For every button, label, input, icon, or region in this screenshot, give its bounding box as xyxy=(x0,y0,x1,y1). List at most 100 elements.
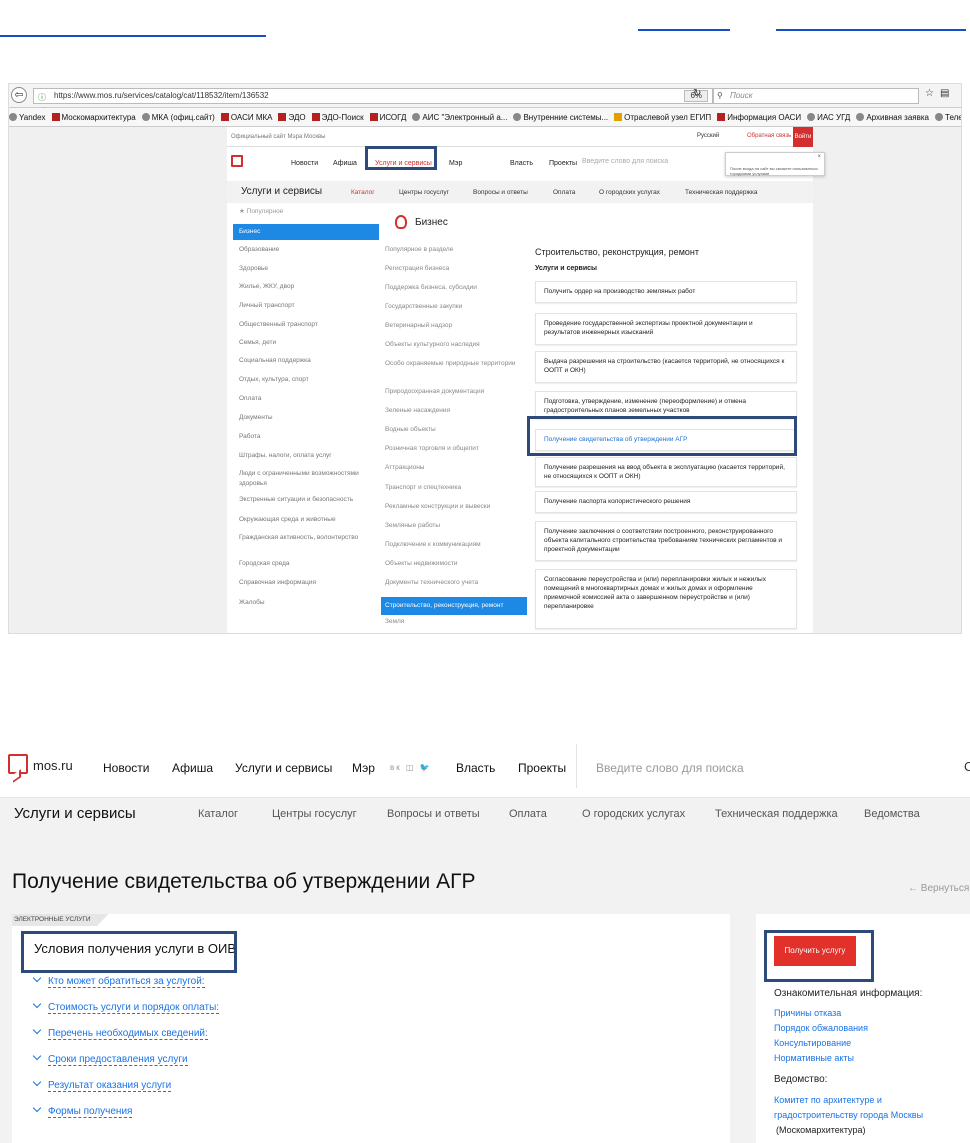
close-icon[interactable]: × xyxy=(817,154,821,160)
service-card[interactable]: Согласование переустройства и (или) пере… xyxy=(535,569,797,629)
subcategory-item[interactable]: Ветеринарный надзор xyxy=(385,321,525,330)
nav-power[interactable]: Власть xyxy=(510,160,533,167)
bookmark-item[interactable]: Внутренние системы... xyxy=(513,108,608,126)
nav-services[interactable]: Услуги и сервисы xyxy=(235,761,332,775)
accordion-item[interactable]: Формы получения xyxy=(32,1103,133,1118)
feedback-link[interactable]: Обратная связь xyxy=(747,133,791,139)
subcategory-item[interactable]: Государственные закупки xyxy=(385,302,525,311)
subcategory-item[interactable]: Зеленые насаждения xyxy=(385,406,525,415)
subcategory-item[interactable]: Розничная торговля и общепит xyxy=(385,444,525,453)
tab-catalog[interactable]: Каталог xyxy=(351,189,375,196)
service-card[interactable]: Проведение государственной экспертизы пр… xyxy=(535,313,797,345)
subcategory-item[interactable]: Объекты культурного наследия xyxy=(385,340,525,349)
category-item[interactable]: Здоровье xyxy=(233,264,379,274)
bookmark-item[interactable]: Москомархитектура xyxy=(51,108,136,126)
social-icons[interactable]: вк ◫ 🐦 xyxy=(390,763,432,772)
subcategory-item[interactable]: Поддержка бизнеса, субсидии xyxy=(385,283,525,292)
accordion-item[interactable]: Результат оказания услуги xyxy=(32,1077,172,1092)
tab-faq[interactable]: Вопросы и ответы xyxy=(473,189,528,196)
category-item[interactable]: Жилье, ЖКУ, двор xyxy=(233,282,379,292)
category-item[interactable]: Общественный транспорт xyxy=(233,320,379,330)
category-item[interactable]: Отдых, культура, спорт xyxy=(233,375,379,385)
category-item[interactable]: Справочная информация xyxy=(233,578,379,588)
service-card[interactable]: Подготовка, утверждение, изменение (пере… xyxy=(535,391,797,419)
subcategory-item[interactable]: Строительство, реконструкция, ремонт xyxy=(381,597,527,615)
mosru-logo-icon[interactable] xyxy=(8,754,28,774)
service-card[interactable]: Выдача разрешения на строительство (каса… xyxy=(535,351,797,383)
doc-link-3[interactable] xyxy=(0,35,266,37)
site-search-input[interactable]: Введите слово для поиска xyxy=(596,761,744,775)
login-button[interactable]: Войти xyxy=(793,127,813,147)
bookmark-item[interactable]: Информация ОАСИ xyxy=(717,108,801,126)
nav-mayor[interactable]: Мэр xyxy=(449,160,462,167)
category-item[interactable]: Оплата xyxy=(233,394,379,404)
nav-news[interactable]: Новости xyxy=(291,160,318,167)
nav-projects[interactable]: Проекты xyxy=(549,160,577,167)
link-appeal[interactable]: Порядок обжалования xyxy=(774,1023,868,1033)
category-item[interactable]: Жалобы xyxy=(233,598,379,608)
doc-link-1[interactable] xyxy=(638,29,730,31)
link-regulations[interactable]: Нормативные акты xyxy=(774,1053,854,1063)
subcategory-item[interactable]: Земля xyxy=(385,617,525,626)
category-item[interactable]: Семья, дети xyxy=(233,338,379,348)
site-search-input[interactable]: Введите слово для поиска xyxy=(582,158,668,165)
nav-mayor[interactable]: Мэр xyxy=(352,761,375,775)
service-card[interactable]: Получение разрешения на ввод объекта в э… xyxy=(535,457,797,487)
toolbar-icons[interactable]: ☆▤ xyxy=(925,88,955,99)
service-card[interactable]: Получение паспорта колористического реше… xyxy=(535,491,797,513)
subcategory-item[interactable]: Рекламные конструкции и вывески xyxy=(385,502,525,511)
department-link-line1[interactable]: Комитет по архитектуре и xyxy=(774,1095,882,1105)
category-item[interactable]: Работа xyxy=(233,432,379,442)
subcategory-item[interactable]: Транспорт и спецтехника xyxy=(385,483,525,492)
back-arrow-icon[interactable]: ⇦ xyxy=(11,87,27,103)
tab-support[interactable]: Техническая поддержка xyxy=(685,189,757,196)
category-item[interactable]: Документы xyxy=(233,413,379,423)
nav-power[interactable]: Власть xyxy=(456,761,495,775)
tab-centers[interactable]: Центры госуслуг xyxy=(272,808,357,820)
tab-about[interactable]: О городских услугах xyxy=(582,808,685,820)
browser-search-input[interactable]: ⚲ Поиск xyxy=(713,88,919,104)
category-item[interactable]: Образование xyxy=(233,245,379,255)
subcategory-item[interactable]: Подключение к коммуникациям xyxy=(385,540,525,549)
category-item[interactable]: Городская среда xyxy=(233,559,379,569)
bookmark-item[interactable]: АИС "Электронный а... xyxy=(412,108,507,126)
category-item[interactable]: Штрафы, налоги, оплата услуг xyxy=(233,451,379,461)
popular-item[interactable]: ★ Популярное xyxy=(233,207,379,217)
bookmark-item[interactable]: ЭДО xyxy=(278,108,306,126)
bookmark-item[interactable]: Отраслевой узел ЕГИП xyxy=(614,108,711,126)
nav-afisha[interactable]: Афиша xyxy=(172,761,213,775)
category-item[interactable]: Экстренные ситуации и безопасность xyxy=(233,495,379,505)
category-item[interactable]: Окружающая среда и животные xyxy=(233,515,379,525)
tab-payment[interactable]: Оплата xyxy=(509,808,547,820)
bookmark-item[interactable]: ЭДО-Поиск xyxy=(311,108,364,126)
service-card[interactable]: Получение заключения о соответствии пост… xyxy=(535,521,797,561)
bookmark-item[interactable]: ИСОГД xyxy=(369,108,406,126)
category-item[interactable]: Гражданская активность, волонтерство xyxy=(233,533,379,543)
category-item[interactable]: Бизнес xyxy=(233,224,379,240)
reload-icon[interactable]: ↻ xyxy=(693,88,701,99)
bookmark-item[interactable]: ИАС УГД xyxy=(807,108,850,126)
link-consulting[interactable]: Консультирование xyxy=(774,1038,851,1048)
nav-cut-item[interactable]: С xyxy=(964,759,970,774)
subcategory-item[interactable]: Документы технического учета xyxy=(385,578,525,587)
subcategory-item[interactable]: Объекты недвижимости xyxy=(385,559,525,568)
language-select[interactable]: Русский xyxy=(697,133,719,139)
link-refusal-reasons[interactable]: Причины отказа xyxy=(774,1008,841,1018)
nav-news[interactable]: Новости xyxy=(103,761,149,775)
service-card[interactable]: Получить ордер на производство земляных … xyxy=(535,281,797,303)
tab-centers[interactable]: Центры госуслуг xyxy=(399,189,449,196)
bookmark-item[interactable]: Архивная заявка xyxy=(856,108,929,126)
mosru-logo-icon[interactable] xyxy=(231,155,243,167)
tab-support[interactable]: Техническая поддержка xyxy=(715,808,838,820)
subcategory-item[interactable]: Природоохранная документация xyxy=(385,387,525,396)
bookmark-item[interactable]: ОАСИ МКА xyxy=(220,108,272,126)
doc-link-2[interactable] xyxy=(776,29,966,31)
accordion-item[interactable]: Кто может обратиться за услугой: xyxy=(32,973,205,988)
tab-payment[interactable]: Оплата xyxy=(553,189,575,196)
subcategory-item[interactable]: Водные объекты xyxy=(385,425,525,434)
tab-catalog[interactable]: Каталог xyxy=(198,808,238,820)
bookmark-item[interactable]: Yandex xyxy=(9,108,46,126)
address-bar[interactable]: ⓘ🔒 https://www.mos.ru/services/catalog/c… xyxy=(33,88,713,116)
bookmark-item[interactable]: МКА (офиц.сайт) xyxy=(141,108,215,126)
nav-projects[interactable]: Проекты xyxy=(518,761,566,775)
